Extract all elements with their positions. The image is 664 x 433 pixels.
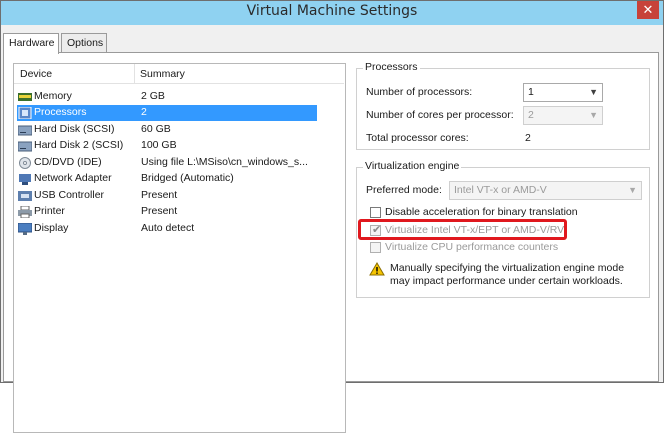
column-header-device[interactable]: Device xyxy=(20,68,52,80)
device-name: Hard Disk 2 (SCSI) xyxy=(34,139,124,151)
device-summary: Bridged (Automatic) xyxy=(141,172,234,184)
device-name: Display xyxy=(34,222,69,234)
hardware-tab-panel: Device Summary Memory 2 GB Processors 2 … xyxy=(3,52,659,433)
window-title: Virtual Machine Settings xyxy=(246,3,418,19)
device-summary: 60 GB xyxy=(141,123,171,135)
device-row-cd-dvd[interactable]: CD/DVD (IDE) Using file L:\MSiso\cn_wind… xyxy=(17,155,317,171)
device-row-hard-disk-2[interactable]: Hard Disk 2 (SCSI) 100 GB xyxy=(17,138,317,154)
device-row-network-adapter[interactable]: Network Adapter Bridged (Automatic) xyxy=(17,171,317,187)
virtual-machine-settings-window: Virtual Machine Settings ✕ Hardware Opti… xyxy=(0,0,664,433)
usb-controller-icon xyxy=(18,190,32,202)
device-summary: 2 GB xyxy=(141,90,165,102)
preferred-mode-select[interactable]: Intel VT-x or AMD-V ▼ xyxy=(449,181,642,200)
device-list-header: Device Summary xyxy=(14,64,344,84)
warning-text-line-1: Manually specifying the virtualization e… xyxy=(390,262,625,274)
title-bar[interactable]: Virtual Machine Settings ✕ xyxy=(1,1,663,25)
device-row-printer[interactable]: Printer Present xyxy=(17,204,317,220)
disable-acceleration-checkbox[interactable] xyxy=(370,207,381,218)
chevron-down-icon: ▼ xyxy=(589,110,598,120)
network-adapter-icon xyxy=(18,173,32,185)
display-icon xyxy=(18,223,32,235)
device-summary: Using file L:\MSiso\cn_windows_s... xyxy=(141,156,308,168)
cores-per-processor-select[interactable]: 2 ▼ xyxy=(523,106,603,125)
column-divider[interactable] xyxy=(134,64,135,84)
device-name: CD/DVD (IDE) xyxy=(34,156,102,168)
total-processor-cores-label: Total processor cores: xyxy=(366,132,469,144)
tab-hardware[interactable]: Hardware xyxy=(3,33,59,54)
device-summary: Present xyxy=(141,205,178,217)
red-highlight-annotation xyxy=(358,219,567,240)
virtualize-cpu-counters-label[interactable]: Virtualize CPU performance counters xyxy=(385,241,558,253)
device-name: Hard Disk (SCSI) xyxy=(34,123,115,135)
device-row-memory[interactable]: Memory 2 GB xyxy=(17,89,317,105)
cores-per-processor-label: Number of cores per processor: xyxy=(366,109,514,121)
processors-group: Processors Number of processors: 1 ▼ Num… xyxy=(356,61,650,150)
device-row-processors[interactable]: Processors 2 xyxy=(17,105,317,121)
preferred-mode-label: Preferred mode: xyxy=(366,184,442,196)
processors-group-label: Processors xyxy=(363,61,420,73)
warning-icon xyxy=(369,262,385,279)
device-summary: Auto detect xyxy=(141,222,195,234)
hard-disk-icon xyxy=(18,124,32,136)
device-name: Processors xyxy=(34,106,87,118)
cores-per-processor-value: 2 xyxy=(528,109,534,121)
disable-acceleration-label[interactable]: Disable acceleration for binary translat… xyxy=(385,206,578,218)
device-summary: Present xyxy=(141,189,178,201)
device-summary: 100 GB xyxy=(141,139,177,151)
device-list[interactable]: Device Summary Memory 2 GB Processors 2 … xyxy=(13,63,346,433)
number-of-processors-value: 1 xyxy=(528,86,534,98)
number-of-processors-select[interactable]: 1 ▼ xyxy=(523,83,603,102)
device-name: Network Adapter xyxy=(34,172,112,184)
chevron-down-icon: ▼ xyxy=(628,185,637,195)
total-processor-cores-value: 2 xyxy=(525,132,531,144)
virtualize-cpu-counters-checkbox[interactable] xyxy=(370,242,381,253)
printer-icon xyxy=(18,206,32,218)
processor-icon xyxy=(18,107,32,119)
number-of-processors-label: Number of processors: xyxy=(366,86,473,98)
close-button[interactable]: ✕ xyxy=(637,1,659,19)
warning-text-line-2: may impact performance under certain wor… xyxy=(390,275,623,287)
tab-options[interactable]: Options xyxy=(61,33,107,53)
chevron-down-icon: ▼ xyxy=(589,87,598,97)
virtualization-engine-group-label: Virtualization engine xyxy=(363,160,462,172)
device-row-usb-controller[interactable]: USB Controller Present xyxy=(17,188,317,204)
device-name: Printer xyxy=(34,205,65,217)
column-header-summary[interactable]: Summary xyxy=(140,68,185,80)
device-row-hard-disk[interactable]: Hard Disk (SCSI) 60 GB xyxy=(17,122,317,138)
hard-disk-icon xyxy=(18,140,32,152)
device-name: Memory xyxy=(34,90,72,102)
device-row-display[interactable]: Display Auto detect xyxy=(17,221,317,237)
preferred-mode-value: Intel VT-x or AMD-V xyxy=(454,184,547,196)
memory-icon xyxy=(18,91,32,103)
device-summary: 2 xyxy=(141,106,147,118)
cd-dvd-icon xyxy=(18,157,32,169)
device-name: USB Controller xyxy=(34,189,105,201)
